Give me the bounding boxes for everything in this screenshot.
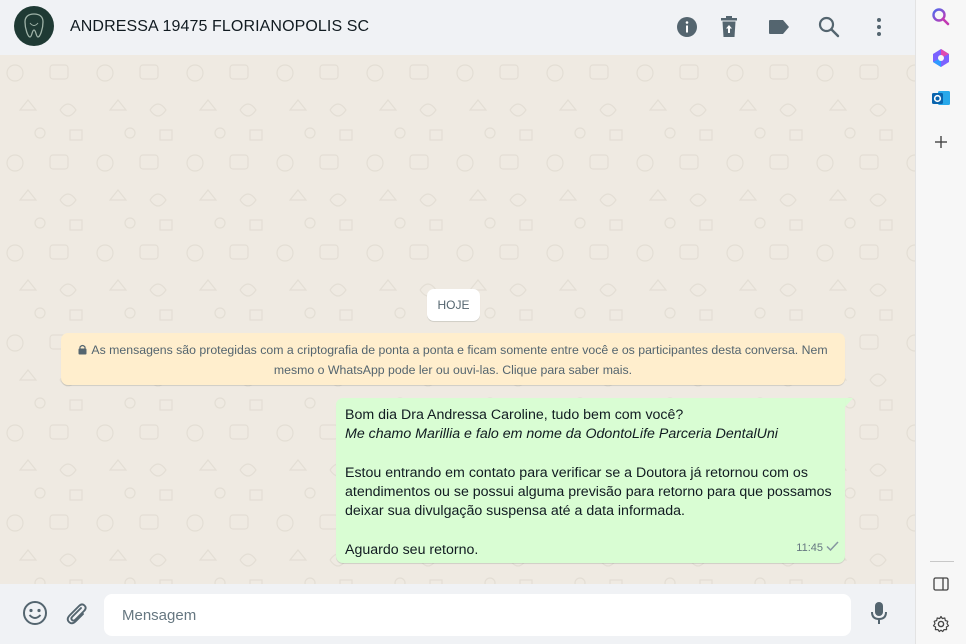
outgoing-message[interactable]: Bom dia Dra Andressa Caroline, tudo bem … [336,398,845,563]
composer [0,584,915,644]
attach-icon[interactable] [63,600,89,626]
menu-icon[interactable] [867,15,891,39]
bubble-tail [845,398,853,407]
browser-sidebar [915,0,966,644]
chat-area[interactable]: HOJE As mensagens são protegidas com a c… [0,55,915,584]
search-icon[interactable] [930,6,952,28]
lock-icon [78,342,87,361]
message-time: 11:45 [796,541,823,554]
message-line: Bom dia Dra Andressa Caroline, tudo bem … [345,407,684,423]
sidebar-divider [930,561,954,562]
tooth-logo-icon [24,13,44,38]
message-meta: 11:45 [796,539,839,558]
delete-icon[interactable] [717,15,741,39]
chat-header: ANDRESSA 19475 FLORIANOPOLIS SC [0,0,915,55]
contact-name[interactable]: ANDRESSA 19475 FLORIANOPOLIS SC [70,18,369,36]
microphone-icon[interactable] [866,600,892,626]
check-icon [826,539,839,558]
date-chip: HOJE [427,289,480,321]
info-icon[interactable] [675,15,699,39]
sidebar-toggle-icon[interactable] [930,573,952,595]
encryption-notice-text: As mensagens são protegidas com a cripto… [91,343,828,377]
emoji-icon[interactable] [22,600,48,626]
contact-avatar[interactable] [14,6,54,46]
message-line: Estou entrando em contato para verificar… [345,464,832,520]
settings-icon[interactable] [930,613,952,635]
add-icon[interactable] [930,131,952,153]
outlook-icon[interactable] [930,87,952,109]
message-line: Me chamo Marillia e falo em nome da Odon… [345,426,778,443]
label-icon[interactable] [767,15,791,39]
copilot-icon[interactable] [930,47,952,69]
message-input[interactable] [104,594,851,636]
search-icon[interactable] [817,15,841,39]
encryption-notice[interactable]: As mensagens são protegidas com a cripto… [61,333,845,385]
message-line: Aguardo seu retorno. [345,542,479,559]
